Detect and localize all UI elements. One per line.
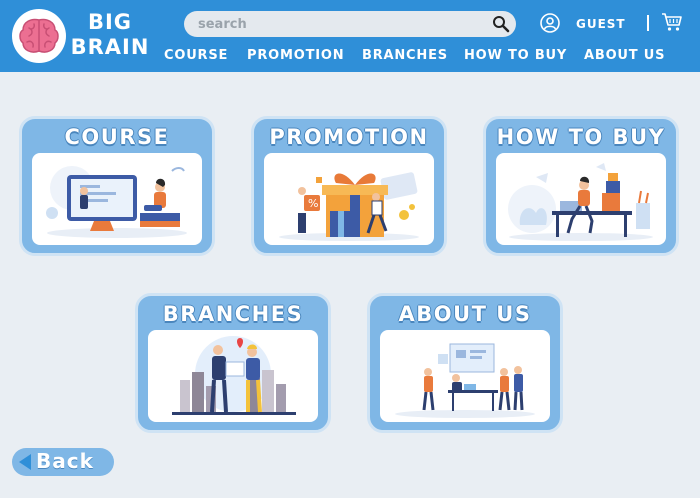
nav-promotion[interactable]: PROMOTION xyxy=(247,48,344,63)
svg-text:%: % xyxy=(308,197,318,210)
branches-card-image xyxy=(148,330,318,422)
guest-label[interactable]: GUEST xyxy=(576,17,626,31)
about-us-card-image xyxy=(380,330,550,422)
search-input[interactable] xyxy=(184,11,484,37)
nav-branches[interactable]: BRANCHES xyxy=(362,48,448,63)
gift-promotion-illustration: % xyxy=(279,172,419,241)
branches-card[interactable]: BRANCHES xyxy=(135,293,331,433)
desk-shopping-illustration xyxy=(508,163,653,241)
how-to-buy-card-image xyxy=(496,153,666,245)
nav-how-to-buy[interactable]: HOW TO BUY xyxy=(464,48,567,63)
main-nav: COURSE PROMOTION BRANCHES HOW TO BUY ABO… xyxy=(0,48,700,66)
back-label: Back xyxy=(36,449,94,473)
promotion-card[interactable]: PROMOTION % xyxy=(251,116,447,256)
back-arrow-icon xyxy=(19,454,31,470)
city-map-illustration xyxy=(172,336,296,415)
about-us-card[interactable]: ABOUT US xyxy=(367,293,563,433)
search-bar xyxy=(184,11,516,37)
back-button[interactable]: Back xyxy=(12,448,114,476)
header-divider xyxy=(647,15,649,31)
about-us-card-title: ABOUT US xyxy=(398,302,532,326)
nav-about-us[interactable]: ABOUT US xyxy=(584,48,665,63)
nav-course[interactable]: COURSE xyxy=(164,48,228,63)
course-card[interactable]: COURSE xyxy=(19,116,215,256)
course-card-image xyxy=(32,153,202,245)
search-icon[interactable] xyxy=(492,15,510,33)
how-to-buy-card-title: HOW TO BUY xyxy=(496,125,666,149)
branches-card-title: BRANCHES xyxy=(162,302,304,326)
online-course-illustration xyxy=(46,166,187,238)
cart-icon[interactable] xyxy=(661,12,683,32)
top-header: BIG BRAIN GUEST COURSE PROMOTION BRANCHE… xyxy=(0,0,700,72)
promotion-card-title: PROMOTION xyxy=(269,125,429,149)
team-meeting-illustration xyxy=(395,343,535,418)
how-to-buy-card[interactable]: HOW TO BUY xyxy=(483,116,679,256)
course-card-title: COURSE xyxy=(64,125,170,149)
brand-line-1: BIG xyxy=(87,10,133,34)
promotion-card-image: % xyxy=(264,153,434,245)
user-icon[interactable] xyxy=(540,13,560,33)
